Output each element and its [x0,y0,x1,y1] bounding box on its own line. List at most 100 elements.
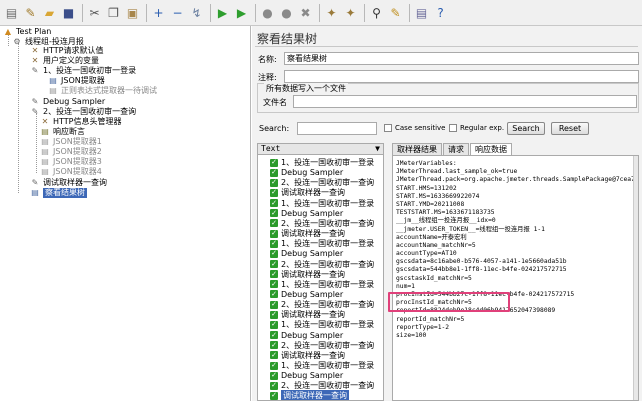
tree-connector [36,113,37,173]
toggle-icon[interactable]: ↯ [188,4,205,21]
tree-json-extractor[interactable]: ▤ JSON提取器 [48,76,105,86]
save-icon[interactable]: ■ [60,4,77,21]
tree-node-label: 调试取样器一查询 [43,178,107,187]
help-icon[interactable]: ? [432,4,449,21]
tree-json-extractor-4[interactable]: ▤ JSON提取器4 [40,167,102,177]
file-group-title: 所有数据写入一个文件 [264,83,348,94]
tree-test-plan[interactable]: ▲ Test Plan [3,27,51,37]
tree-node-label: 响应断言 [53,127,85,136]
tab-2[interactable]: 请求 [443,143,469,155]
toolbar-separator [210,3,211,22]
tree-sampler-login[interactable]: ✎ 1、投连一国收初审一登录 [30,66,136,76]
tree-http-header[interactable]: ✕ HTTP信息头管理器 [40,117,122,127]
cut-icon[interactable]: ✂ [86,4,103,21]
filename-label: 文件名 [263,98,287,107]
search-input[interactable] [297,122,377,135]
success-check-icon: ✓ [270,381,278,390]
filename-input[interactable] [293,95,637,108]
tree-node-icon: ✎ [31,97,39,106]
clear-all-icon[interactable]: ✦ [342,4,359,21]
response-line: __jm__线程组一投连月报__idx=0 [396,217,496,225]
success-check-icon: ✓ [270,188,278,197]
new-icon[interactable]: ▤ [3,4,20,21]
tree-node-icon: ▤ [49,86,57,95]
regular-exp-checkbox[interactable] [449,124,457,132]
tree-debug-query[interactable]: ✎ 调试取样器一查询 [30,178,107,188]
success-check-icon: ✓ [270,320,278,329]
tree-node-label: 用户定义的变量 [43,56,99,65]
start-icon[interactable]: ▶ [214,4,231,21]
tree-response-assertion[interactable]: ▤ 响应断言 [40,127,85,137]
response-line: reportType=1-2 [396,323,450,331]
renderer-select[interactable]: Text ▼ [258,144,383,155]
vertical-scrollbar[interactable] [633,156,638,400]
open-icon[interactable]: ▰ [41,4,58,21]
tree-node-label: 察看结果树 [43,188,87,198]
tree-sampler-query[interactable]: ✎ 2、投连一国收初审一查询 [30,107,136,117]
response-line: accountName_matchNr=5 [396,241,476,249]
collapse-icon[interactable]: − [169,4,186,21]
tab-3[interactable]: 响应数据 [470,143,512,155]
tab-1[interactable]: 取样器结果 [392,143,442,155]
success-check-icon: ✓ [270,330,278,340]
expand-icon[interactable]: + [150,4,167,21]
tree-node-icon: ▤ [41,127,49,136]
sample-results-list: Text ▼ ✓ 1、投连一国收初审一登录 ✓ Debug Sampler ✓ 2、投连一… [257,143,384,401]
tree-http-defaults[interactable]: ✕ HTTP请求默认值 [30,46,104,56]
function-helper-icon[interactable]: ▤ [413,4,430,21]
tree-regex-extractor[interactable]: ▤ 正则表达式提取器一待调试 [48,86,157,96]
result-tabs: 取样器结果 请求 响应数据 [392,143,513,155]
shutdown-icon[interactable]: ● [278,4,295,21]
reset-search-icon[interactable]: ✎ [387,4,404,21]
tree-node-label: Test Plan [16,27,52,36]
remote-stop-icon[interactable]: ✖ [297,4,314,21]
success-check-icon: ✓ [270,350,278,360]
clear-icon[interactable]: ✦ [323,4,340,21]
success-check-icon: ✓ [270,218,278,228]
result-row[interactable]: ✓ 调试取样器一查询 [270,390,349,401]
success-check-icon: ✓ [270,239,278,248]
tree-json-extractor-1[interactable]: ▤ JSON提取器1 [40,137,102,147]
tree-node-label: 2、投连一国收初审一查询 [43,107,137,116]
search-row: Search: Case sensitive Regular exp. Sear… [257,118,639,138]
stop-icon[interactable]: ● [259,4,276,21]
panel-title: 察看结果树 [257,32,318,46]
success-check-icon: ✓ [270,178,278,187]
result-row-label: 调试取样器一查询 [281,390,349,401]
reset-button[interactable]: Reset [551,122,589,135]
comments-input[interactable] [284,70,639,83]
tree-node-label: JSON提取器4 [53,167,102,176]
response-line: gscsdata=8c16abe0-b576-4057-a141-1e5660a… [396,258,567,266]
name-input[interactable]: 察看结果树 [284,52,639,65]
response-line: accountName=开泰宏利 [396,233,467,241]
tree-node-icon: ▲ [4,27,12,36]
case-sensitive-checkbox[interactable] [384,124,392,132]
response-line: accountType=AT10 [396,250,457,258]
tree-node-icon: ✎ [31,66,39,75]
search-icon[interactable]: ⚲ [368,4,385,21]
start-no-pauses-icon[interactable]: ▶ [233,4,250,21]
response-line: num=1 [396,282,415,290]
response-line: JMeterVariables: [396,160,457,167]
paste-icon[interactable]: ▣ [124,4,141,21]
tree-view-results-tree[interactable]: ▤ 察看结果树 [30,188,87,198]
tree-json-extractor-2[interactable]: ▤ JSON提取器2 [40,147,102,157]
tree-user-variables[interactable]: ✕ 用户定义的变量 [30,56,99,66]
response-line: gscstaskId_matchNr=5 [396,274,472,282]
tree-json-extractor-3[interactable]: ▤ JSON提取器3 [40,157,102,167]
tree-node-label: JSON提取器1 [53,137,102,146]
templates-icon[interactable]: ✎ [22,4,39,21]
tree-node-label: 1、投连一国收初审一登录 [43,66,137,75]
test-plan-tree: ▲ Test Plan ⚙ 线程组-投连月报 ✕ HTTP请求默认值 ✕ 用户定义的变量 ✎ 1、… [0,26,251,401]
tree-debug-sampler[interactable]: ✎ Debug Sampler [30,97,106,107]
file-group: 所有数据写入一个文件 文件名 [257,83,639,113]
toolbar-separator [255,3,256,22]
tree-node-icon: ✎ [31,107,39,116]
success-check-icon: ✓ [270,361,278,370]
toolbar-separator [364,3,365,22]
response-line: START.MS=1633669922074 [396,192,480,200]
search-button[interactable]: Search [507,122,545,135]
response-line: START.HMS=131202 [396,184,457,192]
copy-icon[interactable]: ❐ [105,4,122,21]
response-line: gscsdata=544bb8e1-1ff8-11ec-b4fe-0242175… [396,266,567,274]
